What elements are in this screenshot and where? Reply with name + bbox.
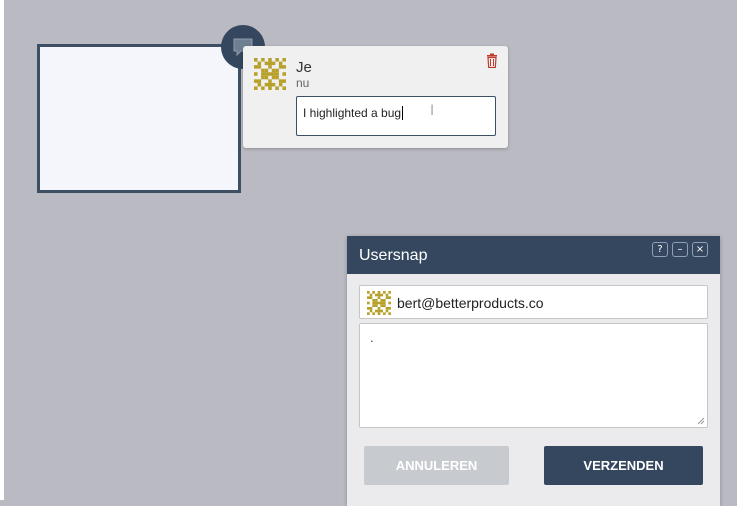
close-icon[interactable]: × bbox=[692, 242, 708, 257]
resize-handle-icon[interactable] bbox=[697, 417, 705, 425]
page-edge bbox=[0, 0, 4, 500]
highlight-rectangle[interactable] bbox=[37, 44, 241, 193]
comment-input-text: I highlighted a bug bbox=[303, 106, 402, 120]
comment-timestamp: nu bbox=[296, 76, 310, 90]
panel-title: Usersnap bbox=[359, 247, 428, 264]
identicon-avatar bbox=[254, 58, 286, 90]
trash-icon[interactable] bbox=[486, 53, 498, 68]
comment-card: Je nu I highlighted a bug bbox=[243, 46, 508, 148]
cancel-button[interactable]: ANNULEREN bbox=[364, 446, 509, 485]
message-value: . bbox=[370, 330, 374, 345]
message-textarea[interactable]: . bbox=[359, 323, 708, 428]
minimize-icon[interactable]: – bbox=[672, 242, 688, 257]
email-field[interactable]: bert@betterproducts.co bbox=[359, 285, 708, 319]
identicon-avatar bbox=[367, 291, 391, 315]
usersnap-panel: Usersnap ? – × bert@betterproducts.co . bbox=[347, 236, 720, 506]
text-caret bbox=[402, 106, 404, 120]
help-icon[interactable]: ? bbox=[652, 242, 668, 257]
email-value: bert@betterproducts.co bbox=[397, 295, 544, 311]
comment-author: Je bbox=[296, 59, 312, 76]
comment-input[interactable]: I highlighted a bug bbox=[296, 96, 496, 136]
panel-header: Usersnap ? – × bbox=[347, 236, 720, 274]
text-cursor-icon: I bbox=[430, 103, 435, 119]
send-button[interactable]: VERZENDEN bbox=[544, 446, 703, 485]
